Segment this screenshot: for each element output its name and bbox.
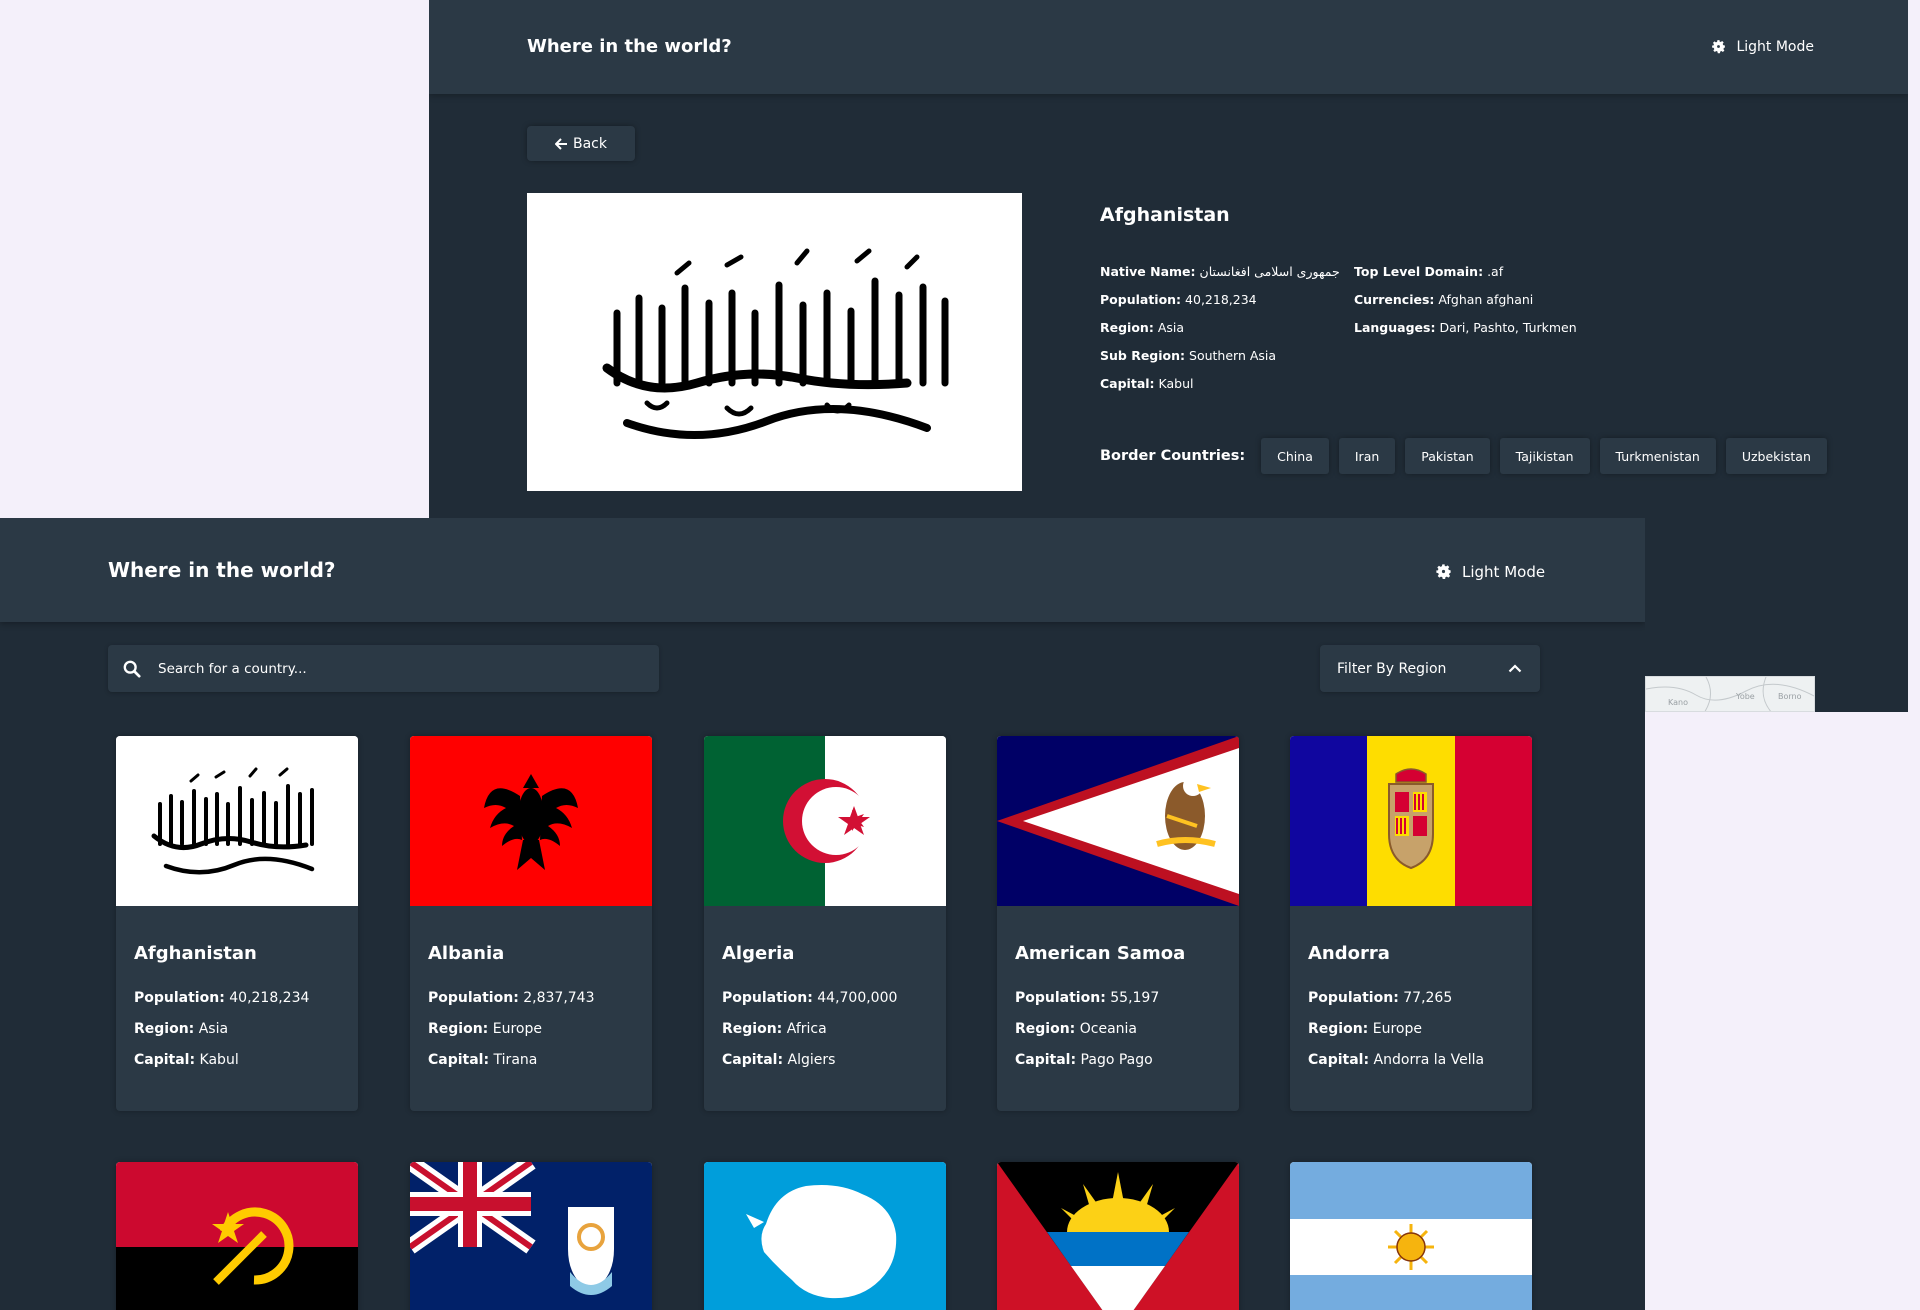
top-level-domain: Top Level Domain: .af xyxy=(1354,264,1504,279)
population: Population: 77,265 xyxy=(1308,990,1453,1006)
american-samoa-flag xyxy=(997,736,1239,906)
back-button[interactable]: Back xyxy=(527,126,635,161)
theme-toggle-label: Light Mode xyxy=(1736,38,1814,55)
population: Population: 55,197 xyxy=(1015,990,1160,1006)
country-card-andorra[interactable]: Andorra Population: 77,265 Region: Europ… xyxy=(1290,736,1532,1111)
capital: Capital: Kabul xyxy=(134,1052,239,1068)
sub-region: Sub Region: Southern Asia xyxy=(1100,348,1277,363)
border-countries: Border Countries: China Iran Pakistan Ta… xyxy=(1100,438,1837,474)
theme-toggle-label: Light Mode xyxy=(1462,562,1546,581)
search-icon xyxy=(123,660,141,678)
border-chip-uzbekistan[interactable]: Uzbekistan xyxy=(1725,438,1827,474)
algeria-flag xyxy=(704,736,946,906)
detail-flag-afghanistan xyxy=(527,193,1022,491)
border-chip-china[interactable]: China xyxy=(1261,438,1329,474)
border-chip-turkmenistan[interactable]: Turkmenistan xyxy=(1599,438,1716,474)
native-name: Native Name: جمهوری اسلامی افغانستان xyxy=(1100,264,1340,279)
border-chip-tajikistan[interactable]: Tajikistan xyxy=(1499,438,1590,474)
population: Population: 2,837,743 xyxy=(428,990,595,1006)
home-header: Where in the world? Light Mode xyxy=(0,518,1645,622)
capital: Capital: Tirana xyxy=(428,1052,538,1068)
country-name: American Samoa xyxy=(1015,943,1186,964)
gear-icon xyxy=(1712,40,1726,54)
country-name: Afghanistan xyxy=(134,943,257,964)
country-card-argentina[interactable] xyxy=(1290,1162,1532,1310)
map-label-yobe: Yobe xyxy=(1735,692,1755,701)
region-filter-label: Filter By Region xyxy=(1337,660,1447,677)
country-card-afghanistan[interactable]: Afghanistan Population: 40,218,234 Regio… xyxy=(116,736,358,1111)
search-bar xyxy=(108,645,659,692)
border-chip-iran[interactable]: Iran xyxy=(1338,438,1396,474)
country-name: Afghanistan xyxy=(1100,204,1230,226)
population: Population: 44,700,000 xyxy=(722,990,898,1006)
theme-toggle[interactable]: Light Mode xyxy=(1710,38,1814,55)
population: Population: 40,218,234 xyxy=(134,990,310,1006)
capital: Capital: Algiers xyxy=(722,1052,836,1068)
capital: Capital: Pago Pago xyxy=(1015,1052,1153,1068)
languages: Languages: Dari, Pashto, Turkmen xyxy=(1354,320,1577,335)
map-label-borno: Borno xyxy=(1778,692,1802,701)
country-name: Albania xyxy=(428,943,505,964)
country-card-american-samoa[interactable]: American Samoa Population: 55,197 Region… xyxy=(997,736,1239,1111)
map-label-kano: Kano xyxy=(1668,698,1688,707)
detail-header: Where in the world? Light Mode xyxy=(429,0,1908,94)
country-name: Algeria xyxy=(722,943,795,964)
population: Population: 40,218,234 xyxy=(1100,292,1257,307)
capital: Capital: Kabul xyxy=(1100,376,1194,391)
angola-flag xyxy=(116,1162,358,1310)
country-card-antarctica[interactable] xyxy=(704,1162,946,1310)
afghanistan-flag xyxy=(116,736,358,906)
country-card-antigua-and-barbuda[interactable] xyxy=(997,1162,1239,1310)
home-window: Where in the world? Light Mode Filter By… xyxy=(0,518,1645,1310)
albania-flag xyxy=(410,736,652,906)
theme-toggle[interactable]: Light Mode xyxy=(1434,562,1545,581)
country-card-albania[interactable]: Albania Population: 2,837,743 Region: Eu… xyxy=(410,736,652,1111)
region: Region: Europe xyxy=(1308,1021,1422,1037)
arrow-left-icon xyxy=(555,137,567,150)
country-name: Andorra xyxy=(1308,943,1390,964)
info-column-right: Top Level Domain: .af Currencies: Afghan… xyxy=(1354,258,1577,398)
country-card-angola[interactable] xyxy=(116,1162,358,1310)
andorra-flag xyxy=(1290,736,1532,906)
region: Region: Europe xyxy=(428,1021,542,1037)
country-card-algeria[interactable]: Algeria Population: 44,700,000 Region: A… xyxy=(704,736,946,1111)
region: Region: Asia xyxy=(1100,320,1185,335)
region: Region: Africa xyxy=(722,1021,827,1037)
anguilla-flag xyxy=(410,1162,652,1310)
country-details: Afghanistan Native Name: جمهوری اسلامی ا… xyxy=(1100,204,1840,398)
gear-icon xyxy=(1436,564,1451,580)
back-button-label: Back xyxy=(573,135,607,152)
info-column-left: Native Name: جمهوری اسلامی افغانستان Pop… xyxy=(1100,258,1340,398)
region: Region: Oceania xyxy=(1015,1021,1137,1037)
border-countries-label: Border Countries: xyxy=(1100,448,1246,464)
app-title: Where in the world? xyxy=(527,36,732,57)
region: Region: Asia xyxy=(134,1021,229,1037)
capital: Capital: Andorra la Vella xyxy=(1308,1052,1485,1068)
region-filter-dropdown[interactable]: Filter By Region xyxy=(1320,645,1540,692)
chevron-up-icon xyxy=(1508,664,1522,673)
map-fragment: Kano Yobe Borno xyxy=(1645,676,1815,712)
argentina-flag xyxy=(1290,1162,1532,1310)
app-title: Where in the world? xyxy=(108,558,336,582)
antarctica-flag xyxy=(704,1162,946,1310)
currencies: Currencies: Afghan afghani xyxy=(1354,292,1534,307)
country-card-anguilla[interactable] xyxy=(410,1162,652,1310)
border-chip-pakistan[interactable]: Pakistan xyxy=(1405,438,1490,474)
antigua-and-barbuda-flag xyxy=(997,1162,1239,1310)
search-input[interactable] xyxy=(158,660,638,677)
